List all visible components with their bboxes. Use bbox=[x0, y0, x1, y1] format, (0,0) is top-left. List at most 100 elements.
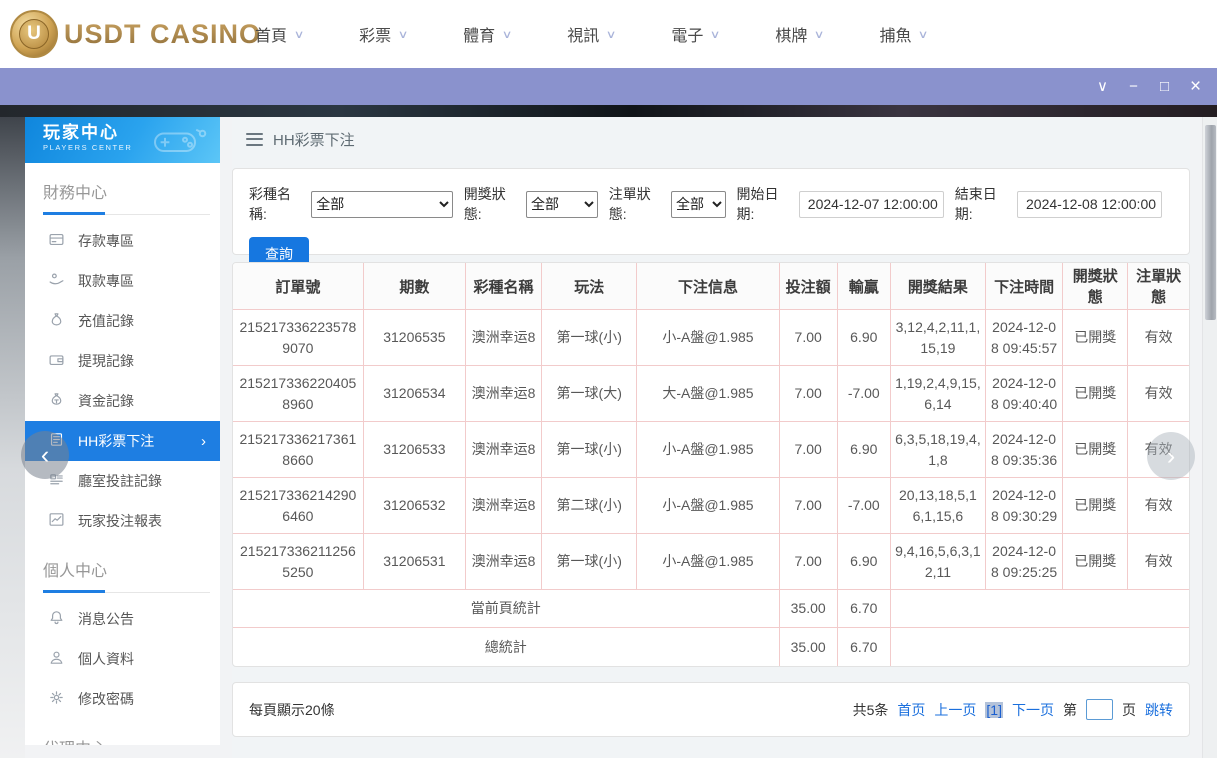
table-header-cell: 下注時間 bbox=[986, 263, 1063, 310]
sidebar-section-title: 個人中心 bbox=[25, 557, 220, 581]
table-header-cell: 投注額 bbox=[779, 263, 837, 310]
table-cell: 第一球(小) bbox=[542, 310, 637, 366]
table-header-cell: 輸贏 bbox=[837, 263, 890, 310]
sidebar-item-fund-record[interactable]: 資金記錄› bbox=[25, 381, 220, 421]
sidebar-item-change-password[interactable]: 修改密碼› bbox=[25, 679, 220, 719]
table-cell: 2152173362235789070 bbox=[233, 310, 363, 366]
nav-item-label: 捕魚 bbox=[879, 22, 911, 46]
table-cell: 已開獎 bbox=[1063, 422, 1128, 478]
sidebar-item-label: 修改密碼 bbox=[78, 689, 134, 709]
chevron-down-icon: ∨ bbox=[710, 28, 721, 41]
table-header-cell: 下注信息 bbox=[637, 263, 779, 310]
start-date-input[interactable] bbox=[799, 191, 944, 218]
table-cell: 澳洲幸运8 bbox=[465, 366, 541, 422]
menu-icon[interactable] bbox=[246, 133, 263, 146]
table-cell: 2152173362112565250 bbox=[233, 534, 363, 590]
table-cell: 有效 bbox=[1128, 366, 1189, 422]
carousel-next-button[interactable]: › bbox=[1147, 432, 1195, 480]
order-status-select[interactable]: 全部 bbox=[671, 191, 726, 218]
table-cell: 第一球(小) bbox=[542, 422, 637, 478]
minimize-button[interactable]: − bbox=[1118, 68, 1149, 105]
scrollbar-thumb[interactable] bbox=[1205, 125, 1216, 320]
sidebar-item-announcement[interactable]: 消息公告› bbox=[25, 599, 220, 639]
nav-item-label: 體育 bbox=[463, 22, 495, 46]
sidebar-item-label: 個人資料 bbox=[78, 649, 134, 669]
chevron-right-icon: › bbox=[201, 433, 206, 450]
page-size-text: 每頁顯示20條 bbox=[249, 700, 335, 720]
report-icon bbox=[48, 511, 65, 531]
pagination-panel: 每頁顯示20條 共5条 首页 上一页 [1] 下一页 第 页 跳转 bbox=[232, 682, 1190, 737]
table-cell: 6.90 bbox=[837, 534, 890, 590]
jump-page-input[interactable] bbox=[1086, 699, 1113, 720]
summary-winloss-total: 6.70 bbox=[837, 590, 890, 628]
nav-item-label: 棋牌 bbox=[775, 22, 807, 46]
carousel-prev-button[interactable]: ‹ bbox=[21, 431, 69, 479]
prev-page-link[interactable]: 上一页 bbox=[934, 700, 976, 720]
nav-lottery[interactable]: 彩票∨ bbox=[359, 22, 407, 46]
nav-video[interactable]: 視訊∨ bbox=[567, 22, 615, 46]
bell-icon bbox=[48, 609, 65, 629]
maximize-button[interactable]: □ bbox=[1149, 68, 1180, 105]
table-cell: 7.00 bbox=[779, 422, 837, 478]
jump-button[interactable]: 跳转 bbox=[1145, 700, 1173, 720]
table-header-cell: 開獎狀態 bbox=[1063, 263, 1128, 310]
table-cell: 6.90 bbox=[837, 310, 890, 366]
moneybag-icon bbox=[48, 311, 65, 331]
lottery-name-select[interactable]: 全部 bbox=[311, 191, 453, 218]
draw-status-select[interactable]: 全部 bbox=[526, 191, 598, 218]
summary-winloss-total: 6.70 bbox=[837, 628, 890, 666]
table-cell: 2152173362142906460 bbox=[233, 478, 363, 534]
table-row: 215217336220405896031206534澳洲幸运8第一球(大)大-… bbox=[233, 366, 1189, 422]
logo-text: USDT CASINO bbox=[64, 19, 261, 50]
section-underline bbox=[43, 212, 210, 215]
nav-home[interactable]: 首頁∨ bbox=[255, 22, 303, 46]
window-titlebar bbox=[0, 68, 1217, 105]
sidebar-item-deposit[interactable]: 存款專區› bbox=[25, 221, 220, 261]
summary-bet-total: 35.00 bbox=[779, 628, 837, 666]
table-cell: 大-A盤@1.985 bbox=[637, 366, 779, 422]
sidebar: 玩家中心 PLAYERS CENTER 財務中心存款專區›取款專區›充值記錄›提… bbox=[25, 117, 220, 745]
sidebar-item-player-bet-report[interactable]: 玩家投注報表› bbox=[25, 501, 220, 541]
filter-panel: 彩種名稱: 全部 開獎狀態: 全部 注單狀態: 全部 開始日期: 結束日期: 查… bbox=[232, 168, 1190, 255]
nav-sports[interactable]: 體育∨ bbox=[463, 22, 511, 46]
sidebar-item-label: 存款專區 bbox=[78, 231, 134, 251]
nav-electronic[interactable]: 電子∨ bbox=[671, 22, 719, 46]
total-count-text: 共5条 bbox=[853, 700, 889, 720]
chevron-down-icon: ∨ bbox=[398, 28, 409, 41]
sidebar-item-withdraw[interactable]: 取款專區› bbox=[25, 261, 220, 301]
nav-fishing[interactable]: 捕魚∨ bbox=[879, 22, 927, 46]
next-page-link[interactable]: 下一页 bbox=[1012, 700, 1054, 720]
person-icon bbox=[48, 649, 65, 669]
table-row: 215217336217361866031206533澳洲幸运8第一球(小)小-… bbox=[233, 422, 1189, 478]
sidebar-section-title: 財務中心 bbox=[25, 179, 220, 203]
collapse-button[interactable]: ∨ bbox=[1087, 68, 1118, 105]
table-cell: -7.00 bbox=[837, 366, 890, 422]
table-cell: 7.00 bbox=[779, 534, 837, 590]
summary-row: 總統計35.006.70 bbox=[233, 628, 1189, 666]
end-date-input[interactable] bbox=[1017, 191, 1162, 218]
table-header-cell: 期數 bbox=[363, 263, 465, 310]
left-gradient-strip bbox=[0, 117, 25, 758]
table-cell: 9,4,16,5,6,3,12,11 bbox=[890, 534, 985, 590]
lottery-name-label: 彩種名稱: bbox=[249, 184, 306, 224]
table-cell: 小-A盤@1.985 bbox=[637, 478, 779, 534]
table-cell: 7.00 bbox=[779, 310, 837, 366]
bet-table-panel: 訂單號期數彩種名稱玩法下注信息投注額輸贏開獎結果下注時間開獎狀態注單狀態 215… bbox=[232, 262, 1190, 667]
first-page-link[interactable]: 首页 bbox=[897, 700, 925, 720]
close-button[interactable]: × bbox=[1180, 68, 1211, 105]
card-icon bbox=[48, 231, 65, 251]
sidebar-item-label: 資金記錄 bbox=[78, 391, 134, 411]
draw-status-label: 開獎狀態: bbox=[464, 184, 521, 224]
table-cell: 有效 bbox=[1128, 478, 1189, 534]
sidebar-item-withdrawal-record[interactable]: 提現記錄› bbox=[25, 341, 220, 381]
vertical-scrollbar[interactable] bbox=[1202, 117, 1217, 758]
jump-prefix-label: 第 bbox=[1063, 700, 1077, 720]
table-cell: 澳洲幸运8 bbox=[465, 310, 541, 366]
sidebar-item-recharge-record[interactable]: 充值記錄› bbox=[25, 301, 220, 341]
jump-suffix-label: 页 bbox=[1122, 700, 1136, 720]
sidebar-item-profile[interactable]: 個人資料› bbox=[25, 639, 220, 679]
chevron-down-icon: ∨ bbox=[814, 28, 825, 41]
table-cell: 31206532 bbox=[363, 478, 465, 534]
nav-chess[interactable]: 棋牌 ∨ bbox=[775, 22, 823, 46]
page-header: HH彩票下注 bbox=[232, 117, 1190, 161]
